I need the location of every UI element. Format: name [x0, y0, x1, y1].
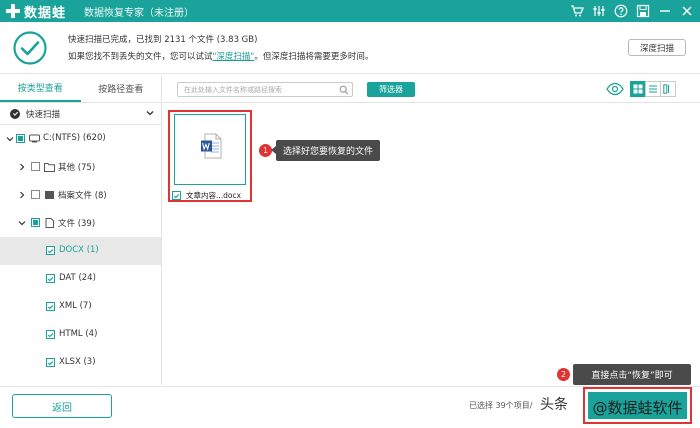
file-name-row: 文章内容...docx [172, 190, 241, 201]
cart-icon[interactable] [569, 3, 584, 18]
detail-view-button[interactable] [660, 81, 676, 97]
minimize-icon[interactable] [657, 3, 672, 18]
list-view-button[interactable] [645, 81, 661, 97]
folder-icon [44, 163, 55, 172]
category-sidebar: 按类型查看 按路径查看 快速扫描 C:(NTFS) (620) 其他 (75) [0, 75, 162, 385]
step-1-tooltip: 选择好您要恢复的文件 [270, 140, 381, 161]
other-checkbox[interactable] [31, 162, 40, 171]
archive-checkbox[interactable] [31, 190, 40, 199]
xlsx-checkbox[interactable] [46, 358, 55, 367]
app-logo: 数据蛙 [6, 2, 66, 21]
selected-count: 已选择 39个项目/ [469, 401, 533, 410]
filter-button[interactable]: 筛选器 [367, 82, 415, 97]
tab-by-path[interactable]: 按路径查看 [81, 75, 162, 102]
tree-label: XLSX (3) [59, 357, 96, 367]
file-thumbnail[interactable] [174, 114, 246, 185]
search-input[interactable]: 在此处输入文件名称或路径搜索 [177, 82, 353, 97]
chevron-right-icon[interactable] [18, 191, 26, 199]
tree-label: HTML (4) [59, 329, 98, 339]
hint-suffix: 。但深度扫描将需要更多时间。 [254, 52, 374, 62]
hint-prefix: 如果您找不到丢失的文件，您可以试试 [68, 52, 213, 62]
recover-button[interactable]: @数据蛙软件 [583, 387, 692, 424]
word-document-icon [201, 133, 222, 159]
view-mode-switch [630, 81, 676, 97]
content-toolbar: 在此处输入文件名称或路径搜索 筛选器 [163, 75, 700, 103]
grid-icon [633, 84, 643, 94]
chevron-right-icon[interactable] [18, 163, 26, 171]
docx-checkbox[interactable] [46, 246, 55, 255]
step-2-badge: 2 [557, 368, 570, 381]
tree-item-docx[interactable]: DOCX (1) [0, 237, 161, 265]
title-bar: 数据蛙 数据恢复专家（未注册） [0, 0, 700, 22]
chevron-down-icon[interactable] [18, 219, 26, 227]
checkmark-icon [47, 332, 54, 337]
file-card[interactable]: 文章内容...docx [168, 110, 252, 202]
checkmark-icon [47, 304, 54, 309]
bottom-bar: 返回 已选择 39个项目/ 头条 @数据蛙软件 [0, 386, 700, 428]
tree-label: XML (7) [59, 301, 92, 311]
save-icon[interactable] [635, 3, 650, 18]
xml-checkbox[interactable] [46, 302, 55, 311]
quick-scan-label: 快速扫描 [26, 109, 61, 120]
help-icon[interactable] [613, 3, 628, 18]
file-type-tree: C:(NTFS) (620) 其他 (75) 档案文件 (8) 文件 (39) [0, 125, 161, 377]
archive-icon [45, 191, 54, 199]
html-checkbox[interactable] [46, 330, 55, 339]
checkmark-icon [173, 193, 180, 198]
back-button[interactable]: 返回 [12, 394, 112, 418]
scan-result-text: 快速扫描已完成，已找到 2131 个文件 (3.83 GB) [68, 35, 258, 45]
logo-cross-icon [6, 4, 20, 18]
quick-scan-dropdown[interactable]: 快速扫描 [0, 103, 161, 125]
checkmark-icon [47, 360, 54, 365]
eye-icon[interactable] [606, 82, 624, 96]
checkmark-icon [47, 248, 54, 253]
tree-item-other[interactable]: 其他 (75) [0, 153, 161, 181]
recover-watermark-text: @数据蛙软件 [592, 399, 683, 417]
tree-label: C:(NTFS) (620) [43, 133, 106, 143]
grid-view-button[interactable] [630, 81, 646, 97]
tree-label: 其他 (75) [58, 163, 96, 173]
tree-item-xml[interactable]: XML (7) [0, 293, 161, 321]
tree-label: 文件 (39) [58, 219, 96, 229]
tab-by-type[interactable]: 按类型查看 [0, 75, 81, 102]
step-2-tooltip: 直接点击“恢复”即可 [573, 364, 691, 385]
scan-complete-check-icon [13, 31, 47, 65]
check-circle-icon [10, 108, 20, 119]
file-checkbox[interactable] [172, 191, 181, 200]
drive-icon [29, 134, 40, 143]
search-placeholder: 在此处输入文件名称或路径搜索 [184, 86, 282, 94]
chevron-down-icon [146, 111, 154, 116]
tree-label: 档案文件 (8) [58, 191, 107, 201]
c-drive-checkbox[interactable] [16, 134, 25, 143]
tree-label: DOCX (1) [59, 245, 99, 255]
deep-scan-hint: 如果您找不到丢失的文件，您可以试试"深度扫描"。但深度扫描将需要更多时间。 [68, 50, 373, 62]
deep-scan-button[interactable]: 深度扫描 [628, 39, 686, 56]
settings-icon[interactable] [591, 3, 606, 18]
scan-status-panel: 快速扫描已完成，已找到 2131 个文件 (3.83 GB) 如果您找不到丢失的… [0, 22, 700, 74]
file-name: 文章内容...docx [186, 191, 242, 200]
tree-item-documents[interactable]: 文件 (39) [0, 209, 161, 237]
tree-item-dat[interactable]: DAT (24) [0, 265, 161, 293]
watermark-prefix: 头条 [540, 397, 568, 413]
logo-text: 数据蛙 [24, 5, 67, 21]
search-icon[interactable] [339, 85, 349, 95]
tree-label: DAT (24) [59, 273, 96, 283]
chevron-down-icon[interactable] [6, 135, 14, 143]
document-icon [45, 218, 54, 228]
tree-item-html[interactable]: HTML (4) [0, 321, 161, 349]
tree-item-c-drive[interactable]: C:(NTFS) (620) [0, 125, 161, 153]
app-title: 数据恢复专家（未注册） [84, 7, 195, 19]
checkmark-icon [47, 276, 54, 281]
list-icon [649, 85, 657, 93]
dat-checkbox[interactable] [46, 274, 55, 283]
tree-item-archive[interactable]: 档案文件 (8) [0, 181, 161, 209]
documents-checkbox[interactable] [31, 218, 40, 227]
deep-scan-link[interactable]: "深度扫描" [213, 52, 255, 62]
tree-item-xlsx[interactable]: XLSX (3) [0, 349, 161, 377]
close-icon[interactable] [679, 3, 694, 18]
detail-view-icon [663, 84, 669, 94]
